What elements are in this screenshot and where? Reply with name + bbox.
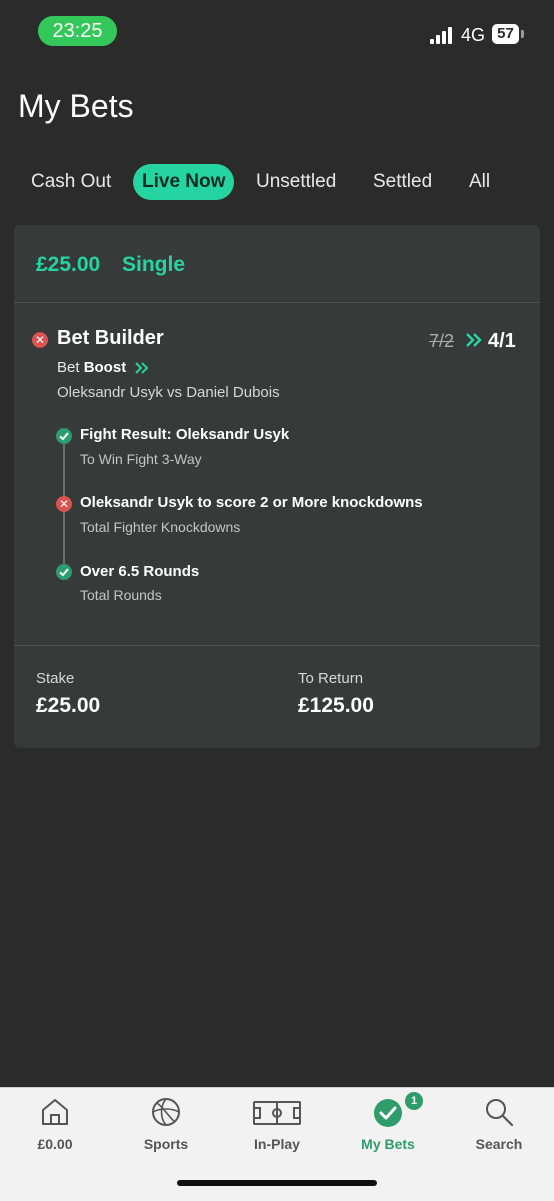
- bet-tabs: Cash Out Live Now Unsettled Settled All: [0, 160, 554, 204]
- nav-sports[interactable]: Sports: [111, 1088, 221, 1168]
- bet-builder-title: Bet Builder: [57, 327, 164, 349]
- football-icon: [152, 1098, 180, 1126]
- stake-label: Stake: [36, 670, 75, 687]
- stake-value: £25.00: [36, 694, 101, 717]
- bet-card[interactable]: £25.00 Single ✕ Bet Builder 7/2 4/1 Bet …: [14, 225, 540, 748]
- selection-title: Oleksandr Usyk to score 2 or More knockd…: [80, 494, 423, 511]
- boosted-odds: 4/1: [488, 330, 516, 352]
- bet-card-header: £25.00 Single: [14, 225, 540, 303]
- status-time: 23:25: [38, 16, 117, 46]
- boost-chevrons-icon: [135, 362, 149, 374]
- selection-market: Total Rounds: [80, 587, 162, 603]
- nav-sports-label: Sports: [143, 1136, 189, 1152]
- nav-home[interactable]: £0.00: [0, 1088, 110, 1168]
- boost-arrow-icon: [466, 333, 482, 347]
- lost-status-icon: ✕: [32, 332, 48, 348]
- bet-type: Single: [122, 253, 186, 276]
- tab-cash-out[interactable]: Cash Out: [31, 164, 111, 200]
- signal-icon: [430, 27, 454, 44]
- nav-search-label: Search: [475, 1136, 523, 1152]
- tab-unsettled[interactable]: Unsettled: [256, 164, 336, 200]
- won-check-icon: [56, 428, 72, 444]
- tab-settled[interactable]: Settled: [373, 164, 432, 200]
- status-bar: 23:25 4G 57: [0, 0, 554, 64]
- return-label: To Return: [298, 670, 364, 687]
- return-value: £125.00: [298, 694, 374, 717]
- pitch-icon: [253, 1101, 301, 1125]
- nav-my-bets[interactable]: My Bets: [333, 1088, 443, 1168]
- selection-title: Over 6.5 Rounds: [80, 563, 200, 580]
- home-indicator: [177, 1180, 377, 1186]
- home-icon: [42, 1099, 68, 1125]
- tab-live-now[interactable]: Live Now: [133, 164, 235, 200]
- won-check-icon: [56, 564, 72, 580]
- battery-icon: 57: [492, 24, 519, 44]
- page-title: My Bets: [18, 88, 134, 124]
- search-icon: [486, 1099, 514, 1127]
- nav-in-play-label: In-Play: [254, 1136, 300, 1152]
- my-bets-badge: 1: [405, 1092, 423, 1110]
- selection-title: Fight Result: Oleksandr Usyk: [80, 426, 290, 443]
- bet-boost-label: Bet Boost: [57, 359, 150, 376]
- original-odds: 7/2: [429, 331, 455, 351]
- event-name: Oleksandr Usyk vs Daniel Dubois: [57, 384, 280, 401]
- boost-prefix: Bet: [57, 359, 80, 376]
- tab-all[interactable]: All: [469, 164, 490, 200]
- check-circle-icon: [374, 1099, 402, 1127]
- bet-amount: £25.00: [36, 253, 101, 276]
- network-type: 4G: [461, 25, 486, 45]
- lost-status-icon: ✕: [56, 496, 72, 512]
- nav-my-bets-label: My Bets: [361, 1136, 415, 1152]
- bet-card-footer: Stake £25.00 To Return £125.00: [14, 645, 540, 748]
- battery-tip: [521, 30, 524, 38]
- selection-market: To Win Fight 3-Way: [80, 451, 202, 467]
- nav-search[interactable]: Search: [444, 1088, 554, 1168]
- selection-market: Total Fighter Knockdowns: [80, 519, 241, 535]
- boost-word: Boost: [83, 359, 127, 376]
- nav-in-play[interactable]: In-Play: [222, 1088, 332, 1168]
- nav-home-label: £0.00: [37, 1136, 73, 1152]
